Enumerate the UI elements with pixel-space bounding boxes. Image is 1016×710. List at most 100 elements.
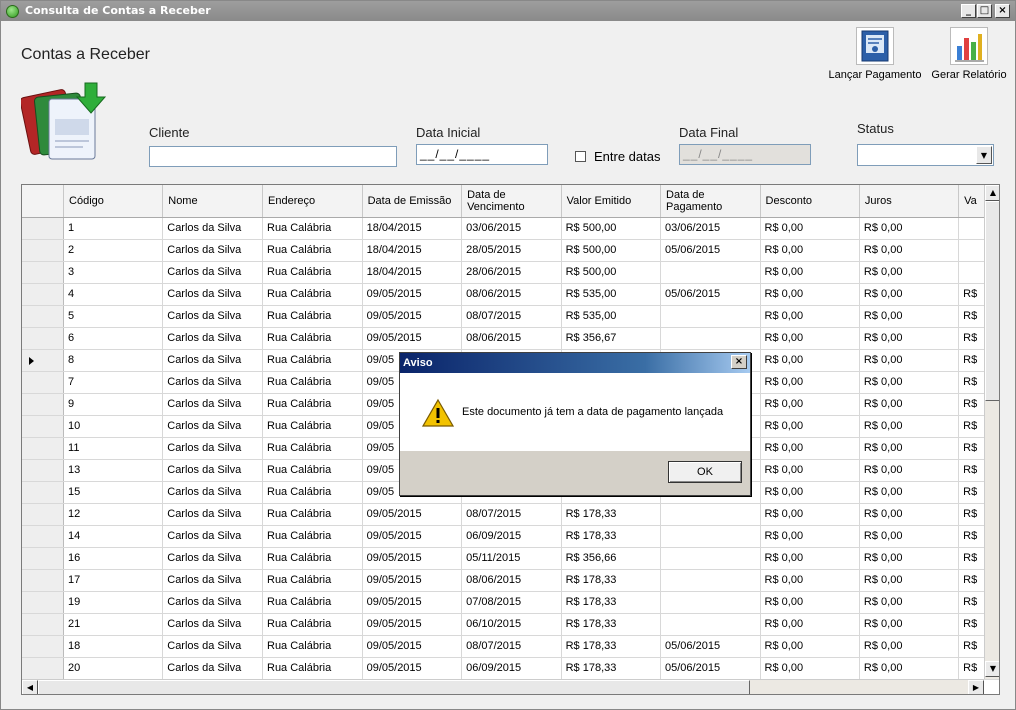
table-cell[interactable]: R$ 356,66 [561, 547, 662, 570]
table-cell[interactable]: R$ 0,00 [859, 635, 960, 658]
table-cell[interactable]: 6 [63, 327, 164, 350]
table-cell[interactable]: R$ 0,00 [760, 503, 860, 526]
table-cell[interactable]: Carlos da Silva [162, 547, 263, 570]
table-row[interactable]: 16 Carlos da Silva Rua Calábria 09/05/2015 0… [22, 547, 999, 570]
table-cell[interactable]: R$ 0,00 [760, 657, 860, 680]
table-cell[interactable]: R$ 0,00 [760, 305, 860, 328]
table-row[interactable]: 12 Carlos da Silva Rua Calábria 09/05/2015 0… [22, 503, 999, 526]
dialog-close-icon[interactable]: × [731, 355, 747, 369]
table-cell[interactable]: Carlos da Silva [162, 481, 263, 504]
row-header[interactable] [22, 283, 65, 306]
table-cell[interactable]: 09/05/2015 [362, 503, 463, 526]
table-cell[interactable]: 09/05/2015 [362, 547, 463, 570]
table-row[interactable]: 18 Carlos da Silva Rua Calábria 09/05/2015 0… [22, 635, 999, 658]
table-cell[interactable]: R$ 0,00 [760, 239, 860, 262]
column-header[interactable]: Data de Pagamento [660, 185, 761, 218]
table-cell[interactable]: R$ 0,00 [859, 393, 960, 416]
status-select[interactable]: ▼ [857, 144, 994, 166]
table-cell[interactable] [660, 591, 761, 614]
table-cell[interactable]: R$ 0,00 [859, 481, 960, 504]
close-button[interactable]: × [995, 4, 1010, 18]
table-cell[interactable]: R$ 0,00 [760, 283, 860, 306]
table-cell[interactable]: 9 [63, 393, 164, 416]
table-cell[interactable]: 18 [63, 635, 164, 658]
table-cell[interactable]: 18/04/2015 [362, 261, 463, 284]
table-cell[interactable] [660, 569, 761, 592]
table-cell[interactable]: 12 [63, 503, 164, 526]
table-cell[interactable]: R$ 0,00 [859, 657, 960, 680]
table-cell[interactable]: 09/05/2015 [362, 613, 463, 636]
table-row[interactable]: 5 Carlos da Silva Rua Calábria 09/05/2015 08… [22, 305, 999, 328]
table-cell[interactable]: R$ 0,00 [760, 371, 860, 394]
table-cell[interactable]: 03/06/2015 [461, 217, 562, 240]
table-cell[interactable]: 08/06/2015 [461, 283, 562, 306]
table-row[interactable]: 17 Carlos da Silva Rua Calábria 09/05/2015 0… [22, 569, 999, 592]
table-cell[interactable]: Rua Calábria [262, 415, 363, 438]
table-cell[interactable]: R$ 0,00 [859, 569, 960, 592]
table-cell[interactable]: 09/05/2015 [362, 327, 463, 350]
table-cell[interactable]: Rua Calábria [262, 371, 363, 394]
table-cell[interactable]: R$ 0,00 [859, 327, 960, 350]
table-cell[interactable]: R$ 0,00 [859, 415, 960, 438]
table-cell[interactable]: 09/05/2015 [362, 305, 463, 328]
table-cell[interactable]: Rua Calábria [262, 525, 363, 548]
table-cell[interactable]: 15 [63, 481, 164, 504]
table-cell[interactable] [660, 327, 761, 350]
table-cell[interactable]: Carlos da Silva [162, 437, 263, 460]
table-cell[interactable]: R$ 0,00 [859, 525, 960, 548]
row-header[interactable] [22, 503, 65, 526]
table-cell[interactable]: 03/06/2015 [660, 217, 761, 240]
table-cell[interactable]: Rua Calábria [262, 283, 363, 306]
table-cell[interactable]: R$ 356,67 [561, 327, 662, 350]
table-cell[interactable]: R$ 0,00 [859, 437, 960, 460]
table-cell[interactable]: R$ 0,00 [760, 481, 860, 504]
vertical-scroll-thumb[interactable] [985, 201, 999, 401]
row-header[interactable] [22, 239, 65, 262]
table-cell[interactable]: R$ 500,00 [561, 239, 662, 262]
table-cell[interactable]: R$ 500,00 [561, 261, 662, 284]
table-cell[interactable]: 08/06/2015 [461, 569, 562, 592]
table-row[interactable]: 3 Carlos da Silva Rua Calábria 18/04/2015 28… [22, 261, 999, 284]
table-cell[interactable]: R$ 0,00 [760, 569, 860, 592]
horizontal-scrollbar[interactable]: ◀ ▶ [22, 679, 984, 694]
table-cell[interactable]: Carlos da Silva [162, 371, 263, 394]
table-cell[interactable]: 09/05/2015 [362, 283, 463, 306]
table-cell[interactable]: Carlos da Silva [162, 657, 263, 680]
table-row[interactable]: 20 Carlos da Silva Rua Calábria 09/05/2015 0… [22, 657, 999, 680]
table-cell[interactable]: R$ 178,33 [561, 591, 662, 614]
row-header[interactable] [22, 635, 65, 658]
table-row[interactable]: 1 Carlos da Silva Rua Calábria 18/04/2015 03… [22, 217, 999, 240]
column-header[interactable]: Valor Emitido [561, 185, 662, 218]
table-cell[interactable]: Rua Calábria [262, 261, 363, 284]
table-cell[interactable]: R$ 0,00 [859, 371, 960, 394]
table-cell[interactable]: 13 [63, 459, 164, 482]
horizontal-scroll-thumb[interactable] [38, 680, 750, 694]
table-cell[interactable]: 09/05/2015 [362, 591, 463, 614]
data-inicial-input[interactable]: __/__/____ [416, 144, 548, 165]
table-row[interactable]: 2 Carlos da Silva Rua Calábria 18/04/2015 28… [22, 239, 999, 262]
table-cell[interactable]: R$ 178,33 [561, 503, 662, 526]
table-cell[interactable]: Rua Calábria [262, 393, 363, 416]
table-cell[interactable]: Rua Calábria [262, 635, 363, 658]
row-header[interactable] [22, 591, 65, 614]
table-cell[interactable]: Rua Calábria [262, 569, 363, 592]
table-cell[interactable]: 19 [63, 591, 164, 614]
table-cell[interactable]: 06/09/2015 [461, 657, 562, 680]
table-cell[interactable]: R$ 178,33 [561, 635, 662, 658]
table-cell[interactable]: Carlos da Silva [162, 591, 263, 614]
table-cell[interactable]: 09/05/2015 [362, 569, 463, 592]
table-cell[interactable]: Rua Calábria [262, 547, 363, 570]
table-cell[interactable]: 18/04/2015 [362, 239, 463, 262]
column-header[interactable]: Código [63, 185, 164, 218]
table-cell[interactable]: R$ 500,00 [561, 217, 662, 240]
table-cell[interactable]: Carlos da Silva [162, 525, 263, 548]
table-cell[interactable]: 08/06/2015 [461, 327, 562, 350]
table-cell[interactable]: R$ 0,00 [859, 217, 960, 240]
table-cell[interactable]: 05/06/2015 [660, 239, 761, 262]
table-cell[interactable]: R$ 178,33 [561, 613, 662, 636]
table-cell[interactable]: Rua Calábria [262, 657, 363, 680]
table-cell[interactable]: R$ 0,00 [859, 305, 960, 328]
scroll-up-icon[interactable]: ▲ [985, 185, 999, 201]
table-cell[interactable]: Rua Calábria [262, 613, 363, 636]
table-cell[interactable]: Carlos da Silva [162, 349, 263, 372]
